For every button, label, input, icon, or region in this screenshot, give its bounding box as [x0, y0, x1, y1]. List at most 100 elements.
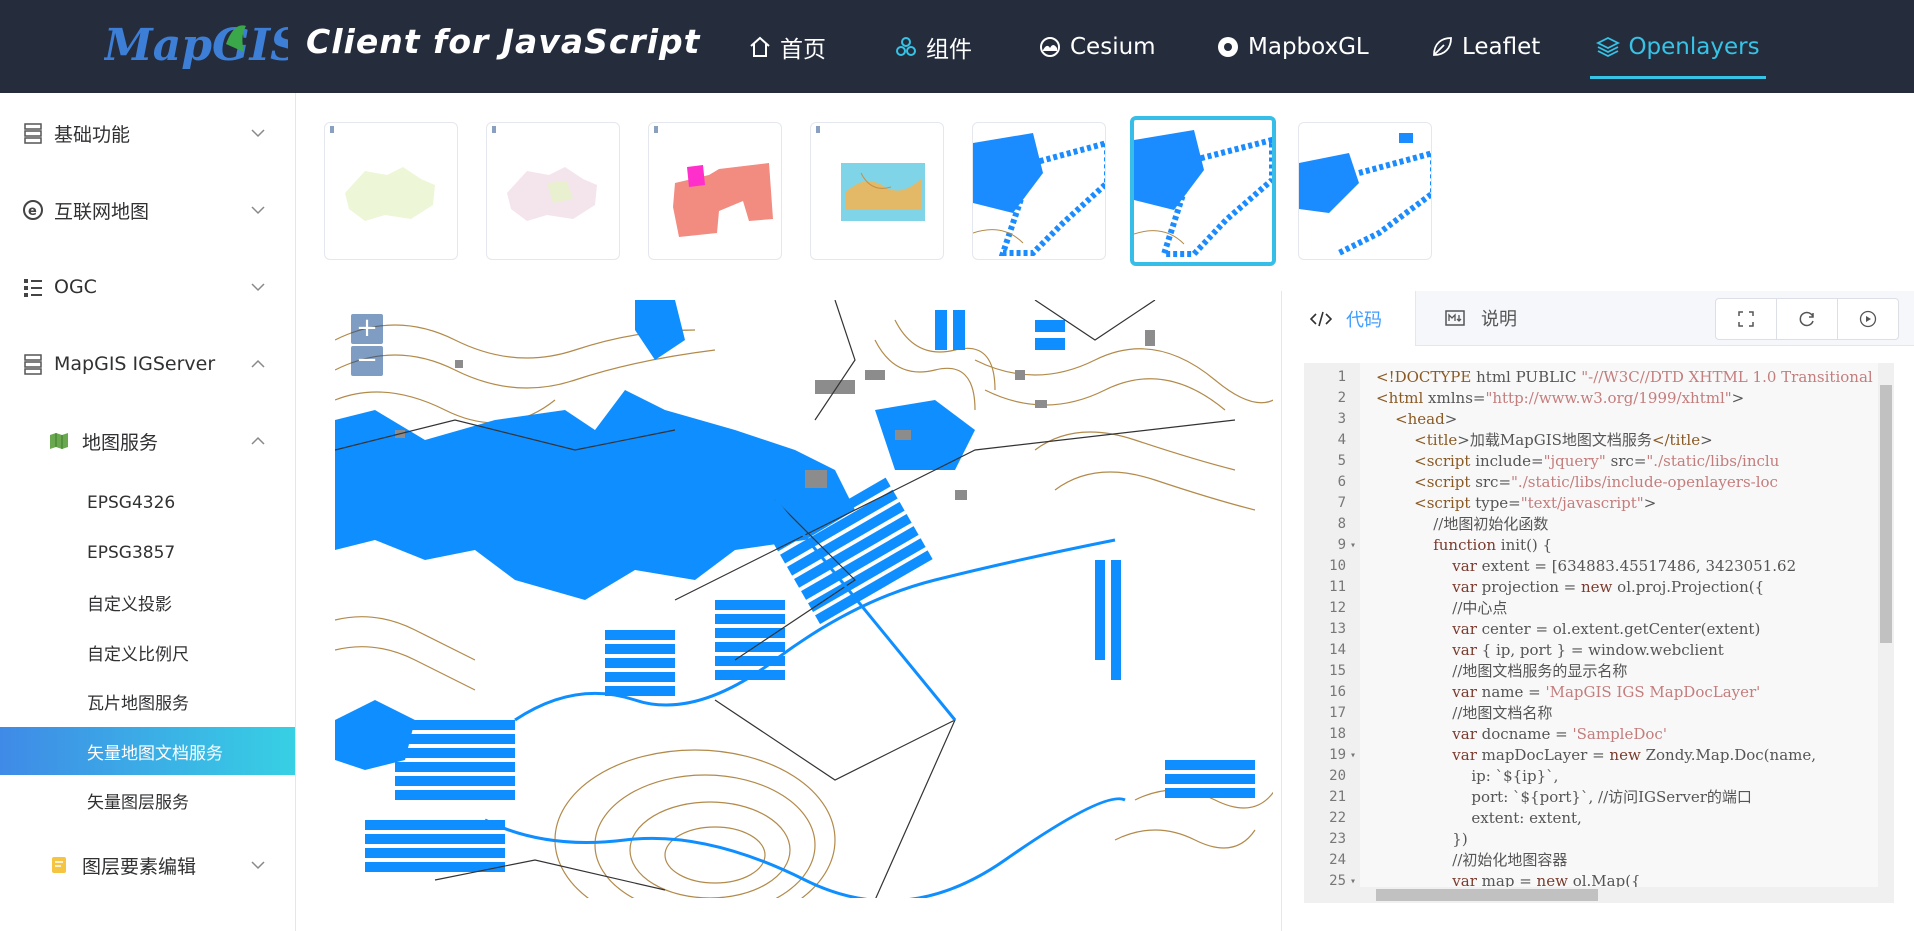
chevron-up-icon: [251, 359, 265, 368]
leaf-custom-projection[interactable]: 自定义投影: [0, 578, 295, 626]
run-icon: [1859, 310, 1877, 328]
line-number: 22: [1329, 810, 1346, 826]
refresh-button[interactable]: [1777, 299, 1838, 339]
line-number: 24: [1329, 852, 1346, 868]
menu-label: 基础功能: [54, 123, 131, 146]
nav-home[interactable]: 首页: [748, 0, 826, 93]
line-number: 11: [1329, 579, 1346, 595]
code-icon: [1310, 311, 1332, 326]
line-number: 7: [1337, 495, 1346, 511]
nav-openlayers[interactable]: Openlayers: [1590, 0, 1766, 93]
nav-mapboxgl[interactable]: MapboxGL: [1216, 0, 1369, 93]
fullscreen-button[interactable]: [1716, 299, 1777, 339]
brand-title: Client for JavaScript: [306, 22, 701, 61]
leaf-custom-scale[interactable]: 自定义比例尺: [0, 628, 295, 676]
nav-home-label: 首页: [780, 36, 826, 63]
line-text: var extent = [634883.45517486, 3423051.6…: [1452, 557, 1797, 575]
submenu-map-services[interactable]: 地图服务: [0, 413, 295, 469]
layers-icon: [1596, 36, 1621, 57]
nav-cesium[interactable]: Cesium: [1038, 0, 1156, 93]
line-number: 23: [1329, 831, 1346, 847]
leaf-label: 矢量地图文档服务: [87, 743, 223, 764]
horizontal-scroll-thumb[interactable]: [1376, 889, 1598, 901]
line-text: <!DOCTYPE html PUBLIC "-//W3C//DTD XHTML…: [1376, 368, 1873, 386]
line-text: }): [1376, 830, 1468, 848]
zoom-out-button[interactable]: −: [351, 346, 383, 376]
leaf-tile-map-service[interactable]: 瓦片地图服务: [0, 677, 295, 725]
menu-basic-functions[interactable]: 基础功能: [0, 105, 295, 161]
menu-igserver[interactable]: MapGIS IGServer: [0, 336, 295, 392]
map-book-icon: [50, 433, 68, 449]
line-number: 20: [1329, 768, 1346, 784]
leaf-label: 矢量图层服务: [87, 792, 189, 813]
tab-description[interactable]: 说明: [1445, 291, 1517, 345]
chevron-down-icon: [251, 283, 265, 292]
line-text: var docname = 'SampleDoc': [1452, 725, 1667, 743]
thumbnail-6-selected[interactable]: [1130, 116, 1276, 266]
active-nav-underline: [1590, 76, 1766, 79]
leaf-epsg3857[interactable]: EPSG3857: [0, 529, 295, 577]
leaf-label: 瓦片地图服务: [87, 693, 189, 714]
fold-arrow-icon[interactable]: ▾: [1350, 871, 1356, 892]
tab-description-label: 说明: [1481, 309, 1517, 330]
submenu-label: 图层要素编辑: [82, 855, 197, 878]
fold-arrow-icon[interactable]: ▾: [1350, 745, 1356, 766]
line-number: 25: [1329, 873, 1346, 889]
fold-arrow-icon[interactable]: ▾: [1350, 535, 1356, 556]
map-canvas[interactable]: [335, 300, 1273, 898]
thumbnail-1[interactable]: [324, 122, 458, 260]
run-button[interactable]: [1838, 299, 1898, 339]
menu-ogc[interactable]: OGC: [0, 259, 295, 315]
server-icon: [24, 354, 42, 375]
code-toolbar: [1715, 298, 1899, 340]
line-text: //中心点: [1376, 599, 1508, 617]
mapgis-logo: MapGIS: [104, 20, 288, 71]
pin-icon: [654, 126, 658, 133]
server-icon: [24, 123, 42, 144]
line-number: 1: [1337, 369, 1346, 385]
thumbnail-5[interactable]: [972, 122, 1106, 260]
menu-internet-maps[interactable]: e 互联网地图: [0, 182, 295, 238]
thumbnail-preview: [1299, 133, 1431, 256]
submenu-feature-edit[interactable]: 图层要素编辑: [0, 837, 295, 893]
zoom-in-button[interactable]: +: [351, 314, 383, 344]
thumbnail-4[interactable]: [810, 122, 944, 260]
line-number: 14: [1329, 642, 1346, 658]
map-view[interactable]: + −: [335, 300, 1273, 898]
edit-icon: [52, 857, 66, 873]
components-icon: [896, 36, 916, 56]
leaf-vector-mapdoc-service[interactable]: 矢量地图文档服务: [0, 727, 295, 775]
code-editor[interactable]: 1 <!DOCTYPE html PUBLIC "-//W3C//DTD XHTM…: [1304, 363, 1894, 903]
vertical-scrollbar[interactable]: [1878, 363, 1894, 903]
line-number: 19: [1329, 747, 1346, 763]
line-number: 9: [1337, 537, 1346, 553]
horizontal-scrollbar[interactable]: [1360, 887, 1878, 903]
line-text: <html xmlns="http://www.w3.org/1999/xhtm…: [1376, 389, 1745, 407]
menu-label: OGC: [54, 276, 97, 298]
home-icon: [750, 36, 770, 57]
leaf-label: EPSG4326: [87, 493, 176, 513]
menu-label: MapGIS IGServer: [54, 353, 216, 375]
leaf-label: 自定义投影: [87, 594, 172, 615]
nav-components[interactable]: 组件: [894, 0, 972, 93]
tab-code-label: 代码: [1346, 309, 1382, 331]
line-text: var center = ol.extent.getCenter(extent): [1452, 620, 1761, 638]
nav-cesium-label: Cesium: [1070, 33, 1156, 60]
line-text: <title>加载MapGIS地图文档服务</title>: [1414, 431, 1713, 449]
chevron-up-icon: [251, 436, 265, 445]
thumbnail-7[interactable]: [1298, 122, 1432, 260]
nav-leaflet[interactable]: Leaflet: [1430, 0, 1540, 93]
mapbox-icon: [1218, 36, 1238, 57]
submenu-label: 地图服务: [82, 431, 159, 454]
leaf-vector-layer-service[interactable]: 矢量图层服务: [0, 776, 295, 824]
line-number: 17: [1329, 705, 1346, 721]
line-text: //地图初始化函数: [1376, 515, 1549, 533]
leaf-epsg4326[interactable]: EPSG4326: [0, 479, 295, 527]
thumbnail-2[interactable]: [486, 122, 620, 260]
leaf-label: 自定义比例尺: [87, 644, 189, 665]
line-text: function init() {: [1433, 536, 1553, 554]
tab-code[interactable]: 代码: [1282, 291, 1416, 346]
thumbnail-3[interactable]: [648, 122, 782, 260]
vertical-scroll-thumb[interactable]: [1880, 385, 1892, 643]
svg-text:e: e: [28, 204, 37, 219]
